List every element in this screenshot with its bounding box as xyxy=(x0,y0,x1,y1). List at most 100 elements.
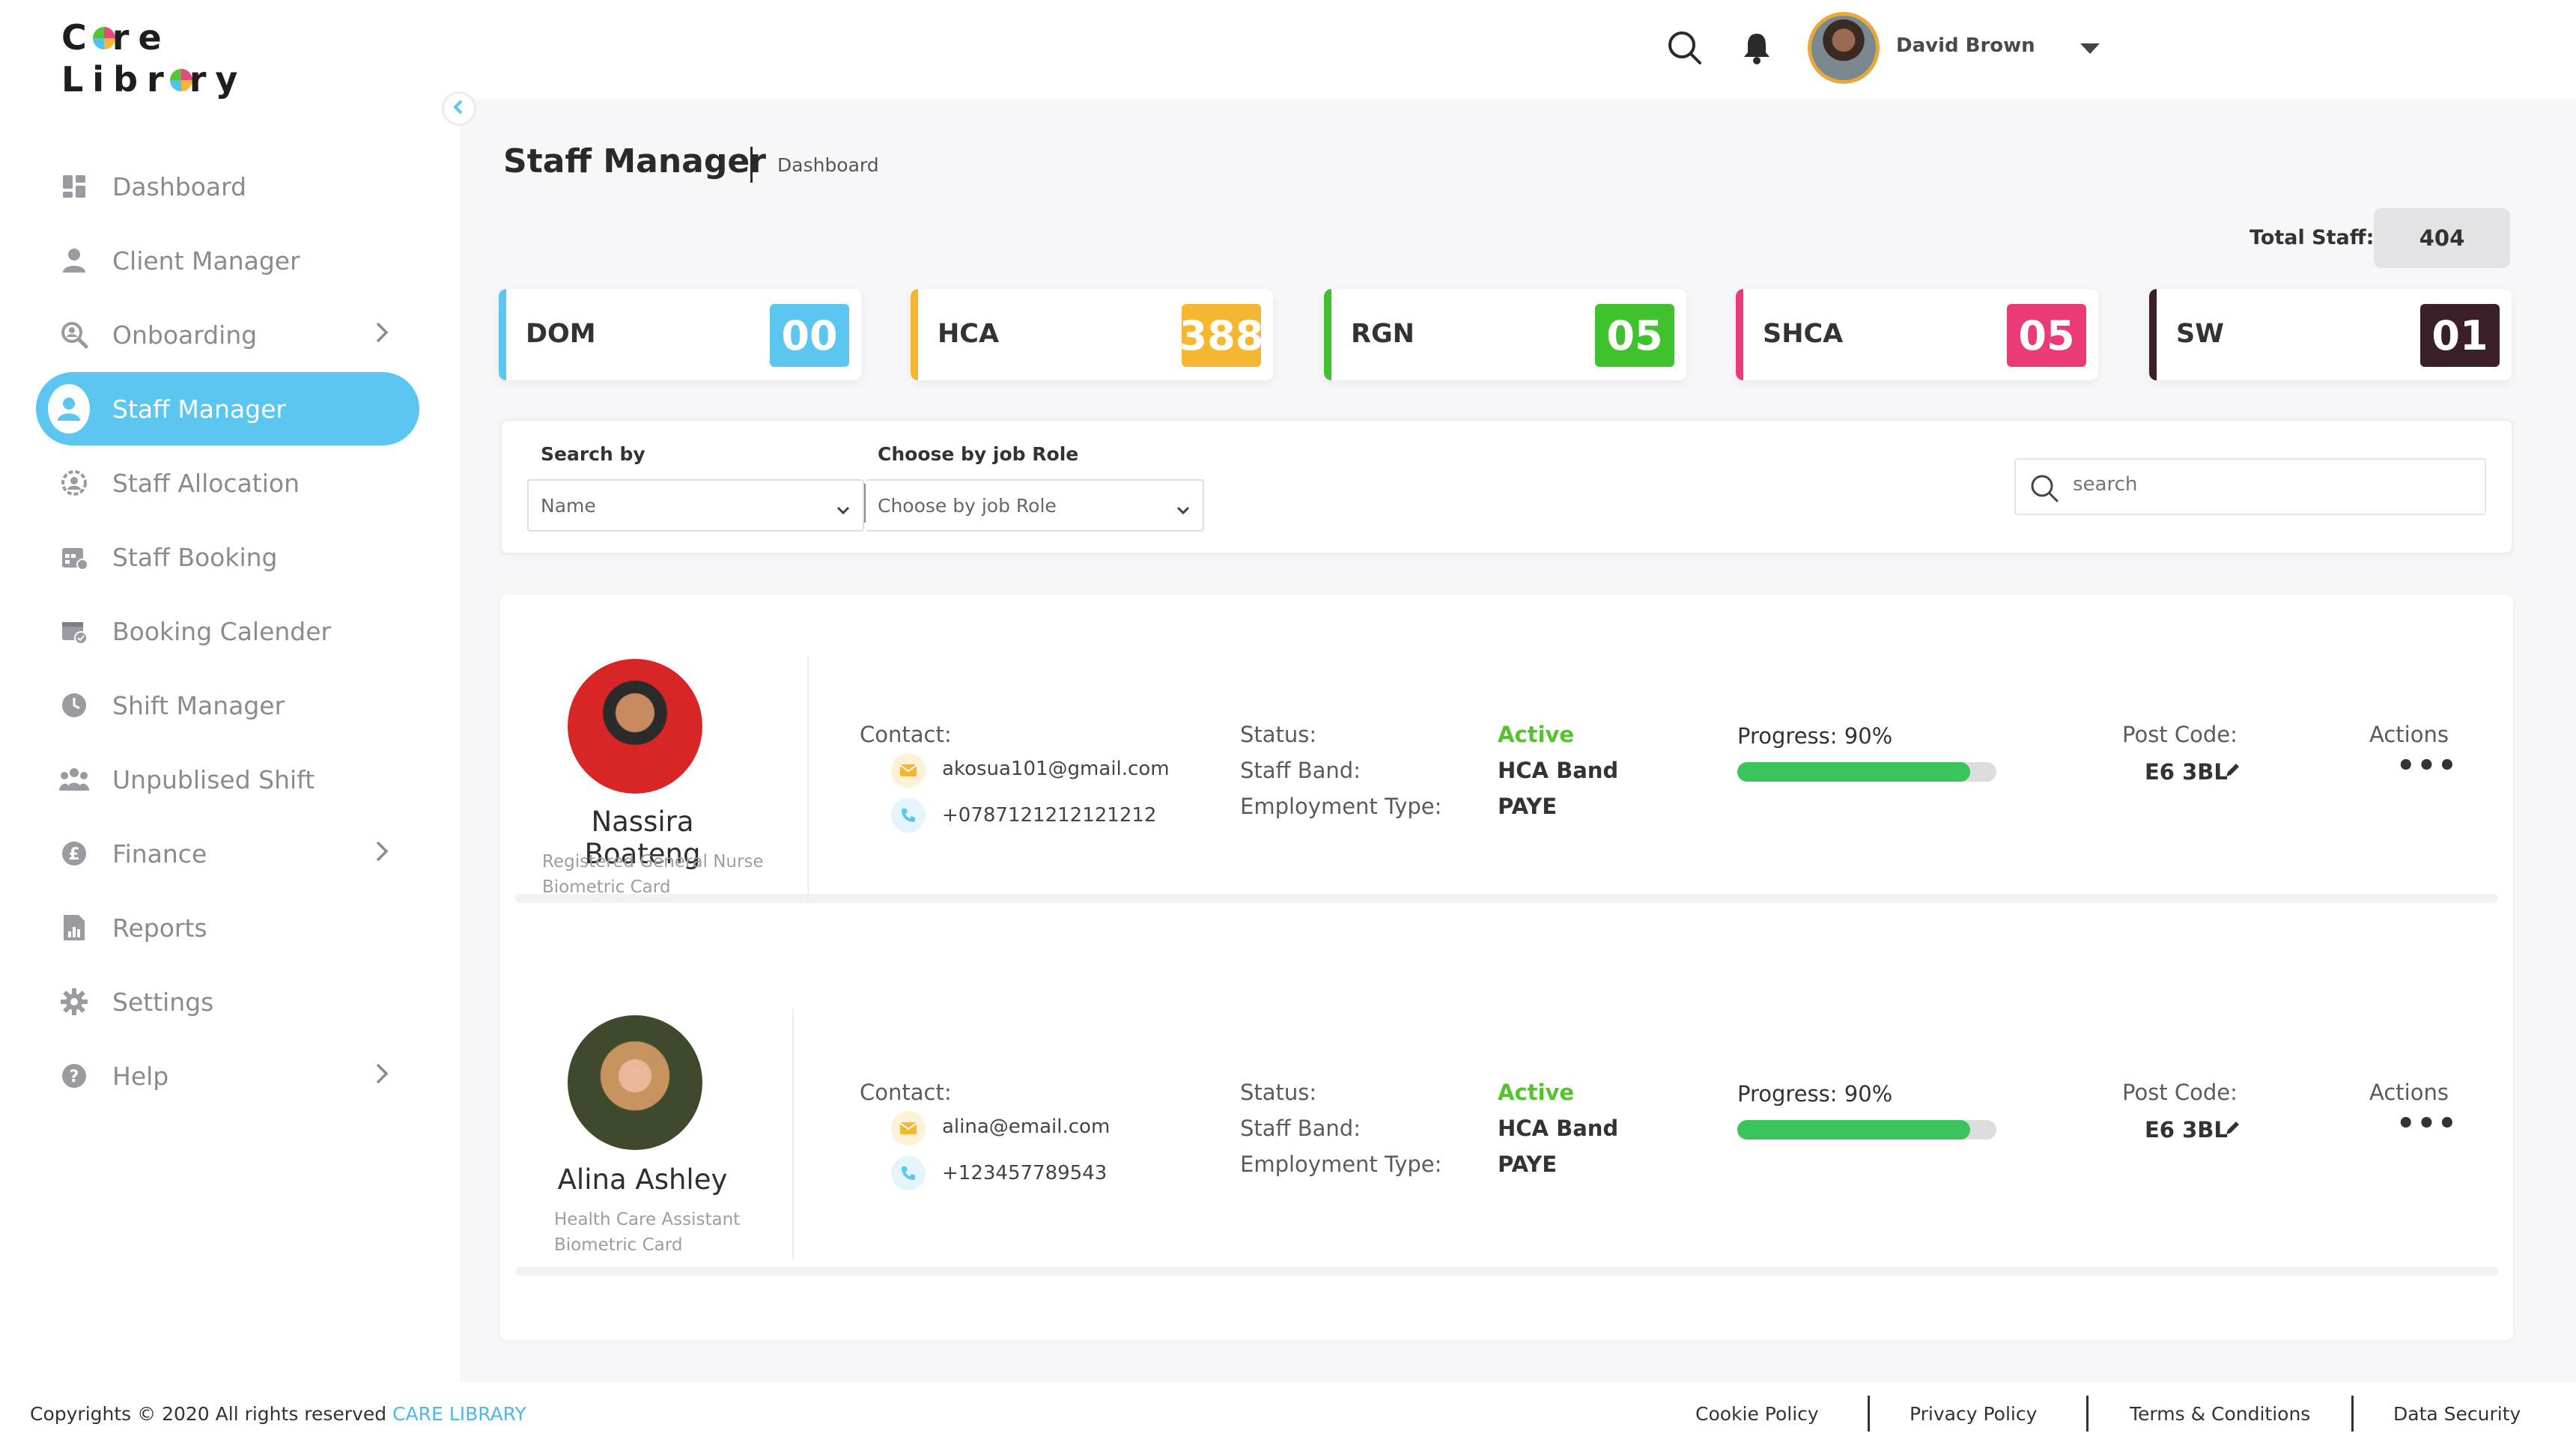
employment-type-value: PAYE xyxy=(1498,794,1558,819)
role-card-rgn[interactable]: RGN 05 xyxy=(1324,289,1686,380)
chevron-right-icon xyxy=(374,320,389,350)
mail-icon xyxy=(891,753,926,788)
role-name: DOM xyxy=(526,319,596,349)
row-divider xyxy=(807,656,809,904)
footer: Copyrights © 2020 All rights reserved CA… xyxy=(0,1382,2576,1445)
sidebar-nav: Dashboard Client Manager Onboarding Staf xyxy=(36,150,419,1113)
more-actions-button[interactable]: ••• xyxy=(2396,749,2458,783)
terms-conditions-link[interactable]: Terms & Conditions xyxy=(2130,1403,2310,1425)
staff-name[interactable]: Alina Ashley xyxy=(530,1163,755,1196)
footer-divider xyxy=(2086,1396,2089,1432)
calendar-icon xyxy=(58,615,90,647)
staff-phone[interactable]: +0787121212121212 xyxy=(942,804,1156,827)
copyright-text: Copyrights © 2020 All rights reserved xyxy=(30,1403,393,1425)
sidebar-item-label: Onboarding xyxy=(112,320,258,350)
sidebar-item-staff-allocation[interactable]: Staff Allocation xyxy=(36,446,419,520)
sidebar-item-unpublised-shift[interactable]: Unpublised Shift xyxy=(36,743,419,816)
bell-icon[interactable] xyxy=(1742,31,1772,67)
job-role-select[interactable]: Choose by job Role xyxy=(866,479,1204,532)
pound-icon: £ xyxy=(58,838,90,869)
role-card-shca[interactable]: SHCA 05 xyxy=(1736,289,2098,380)
post-code-value: E6 3BL xyxy=(2145,759,2228,785)
job-role-label: Choose by job Role xyxy=(878,443,1079,465)
row-separator xyxy=(515,1267,2498,1276)
sidebar-item-shift-manager[interactable]: Shift Manager xyxy=(36,669,419,742)
breadcrumb[interactable]: Dashboard xyxy=(777,154,879,176)
total-staff-label: Total Staff: xyxy=(2250,226,2375,249)
search-icon[interactable] xyxy=(1667,30,1703,69)
staff-role: Registered General Nurse xyxy=(542,852,764,871)
progress-bar xyxy=(1737,1120,1996,1140)
sidebar-item-settings[interactable]: Settings xyxy=(36,965,419,1038)
sidebar-item-label: Reports xyxy=(112,913,207,943)
phone-icon xyxy=(891,798,926,833)
staff-email[interactable]: akosua101@gmail.com xyxy=(942,758,1170,780)
search-icon xyxy=(2029,473,2059,506)
progress-label: Progress: 90% xyxy=(1737,723,1893,749)
status-value: Active xyxy=(1498,722,1575,747)
post-code-label: Post Code: xyxy=(2122,722,2238,747)
staff-band-label: Staff Band: xyxy=(1240,758,1361,783)
staff-role-info: Health Care Assistant Biometric Card xyxy=(554,1207,740,1258)
staff-email[interactable]: alina@email.com xyxy=(942,1116,1110,1138)
client-icon xyxy=(58,245,90,276)
staff-row: Nassira Boateng Registered General Nurse… xyxy=(515,594,2498,913)
role-card-hca[interactable]: HCA 388 xyxy=(911,289,1273,380)
data-security-link[interactable]: Data Security xyxy=(2393,1403,2521,1425)
svg-text:£: £ xyxy=(68,845,79,864)
sidebar-item-reports[interactable]: Reports xyxy=(36,891,419,964)
footer-divider xyxy=(2351,1396,2354,1432)
more-actions-button[interactable]: ••• xyxy=(2396,1107,2458,1141)
top-bar xyxy=(460,0,2576,99)
sidebar-item-onboarding[interactable]: Onboarding xyxy=(36,298,419,371)
sidebar-item-client-manager[interactable]: Client Manager xyxy=(36,224,419,297)
sidebar-item-booking-calender[interactable]: Booking Calender xyxy=(36,594,419,668)
gear-icon xyxy=(58,986,90,1017)
sidebar-item-help[interactable]: ? Help xyxy=(36,1039,419,1113)
staff-band-value: HCA Band xyxy=(1498,758,1619,783)
sidebar-item-label: Booking Calender xyxy=(112,616,332,646)
search-by-select[interactable]: Name xyxy=(527,479,864,532)
staff-photo[interactable] xyxy=(568,659,702,794)
heart-logo-icon xyxy=(169,68,192,91)
progress-fill xyxy=(1737,762,1971,782)
page-title: Staff Manager xyxy=(503,142,766,180)
footer-divider xyxy=(1868,1396,1870,1432)
staff-icon xyxy=(48,384,90,434)
actions-label: Actions xyxy=(2369,1080,2449,1105)
clock-icon xyxy=(58,690,90,721)
row-divider xyxy=(792,1009,794,1259)
user-name[interactable]: David Brown xyxy=(1896,34,2035,57)
title-divider xyxy=(750,147,753,183)
sidebar-item-label: Staff Manager xyxy=(112,394,286,424)
edit-icon[interactable] xyxy=(2224,1119,2242,1140)
status-label: Status: xyxy=(1240,722,1317,747)
privacy-policy-link[interactable]: Privacy Policy xyxy=(1910,1403,2037,1425)
role-card-sw[interactable]: SW 01 xyxy=(2149,289,2512,380)
svg-text:?: ? xyxy=(70,1068,79,1086)
sidebar-item-staff-booking[interactable]: Staff Booking xyxy=(36,520,419,594)
sidebar-item-finance[interactable]: £ Finance xyxy=(36,817,419,890)
staff-phone[interactable]: +123457789543 xyxy=(942,1162,1107,1184)
caret-down-icon[interactable] xyxy=(2079,42,2101,58)
cookie-policy-link[interactable]: Cookie Policy xyxy=(1695,1403,1819,1425)
app-logo[interactable]: Cre Libr ry xyxy=(61,16,246,100)
footer-brand-link[interactable]: CARE LIBRARY xyxy=(392,1403,526,1425)
collapse-sidebar-button[interactable] xyxy=(442,91,476,126)
sidebar-item-dashboard[interactable]: Dashboard xyxy=(36,150,419,223)
phone-icon xyxy=(891,1156,926,1190)
sidebar-item-staff-manager[interactable]: Staff Manager xyxy=(36,372,419,445)
role-card-dom[interactable]: DOM 00 xyxy=(499,289,861,380)
total-staff-value: 404 xyxy=(2374,208,2510,268)
edit-icon[interactable] xyxy=(2224,761,2242,782)
booking-icon xyxy=(58,541,90,573)
staff-photo[interactable] xyxy=(568,1015,702,1150)
status-label: Status: xyxy=(1240,1080,1317,1105)
row-separator xyxy=(515,894,2498,903)
search-input[interactable] xyxy=(2073,473,2462,496)
user-avatar[interactable] xyxy=(1808,12,1880,84)
role-name: SW xyxy=(2176,319,2224,349)
search-box[interactable] xyxy=(2014,458,2486,515)
chevron-right-icon xyxy=(374,839,389,869)
progress-fill xyxy=(1737,1120,1971,1140)
